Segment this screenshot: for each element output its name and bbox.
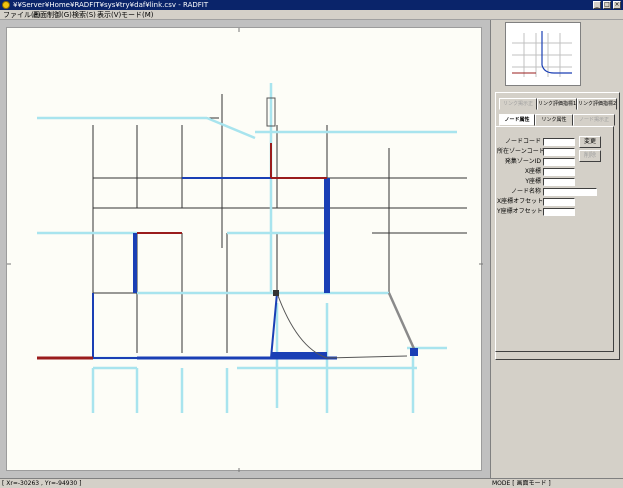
field-label-node-name: ノード名称 (510, 188, 541, 195)
x-offset-input[interactable] (543, 198, 575, 206)
minimize-button[interactable]: _ (593, 1, 601, 9)
tab-node-edit[interactable]: ノード掲示正 (573, 114, 615, 126)
y-coord-input[interactable] (543, 178, 575, 186)
close-button[interactable]: × (613, 1, 621, 9)
tab-node-attributes[interactable]: ノード属性 (499, 114, 535, 126)
map-canvas-area (0, 20, 490, 478)
menu-view[interactable]: 表示(V) (97, 10, 121, 20)
tab-link-index-2[interactable]: リンク評価指標2 (577, 98, 617, 110)
tab-link-attributes[interactable]: リンク属性 (535, 114, 573, 126)
links-blue (92, 177, 278, 359)
field-label-od-zone-id: 発集ゾーンID (504, 158, 541, 165)
overview-map[interactable] (505, 22, 581, 86)
overview-map-svg (512, 31, 572, 77)
links-diagonal (276, 292, 417, 359)
x-coord-input[interactable] (543, 168, 575, 176)
node-code-input[interactable] (543, 138, 575, 146)
field-label-y-coord: Y座標 (525, 178, 541, 185)
maximize-button[interactable]: □ (603, 1, 611, 9)
menu-bar: ファイル(F) 画面制御(G) 検索(S) 表示(V) モード(M) (0, 10, 623, 20)
delete-button[interactable]: 削除 (579, 150, 601, 162)
field-label-x-offset: X座標オフセット (497, 198, 544, 205)
od-zone-id-input[interactable] (543, 158, 575, 166)
map-frame-marks (7, 28, 483, 472)
y-offset-input[interactable] (543, 208, 575, 216)
field-label-node-code: ノードコード (504, 138, 541, 145)
field-label-y-offset: Y座標オフセット (497, 208, 543, 215)
title-bar: ¥¥Server¥Home¥RADFIT¥sys¥try¥daf¥link.cs… (0, 0, 623, 10)
nodes (266, 97, 418, 356)
field-label-zone-code: 所在ゾーンコード (497, 148, 545, 155)
network-map-svg (7, 28, 483, 472)
network-map[interactable] (6, 27, 483, 472)
zone-code-input[interactable] (543, 148, 575, 156)
links-light (37, 83, 457, 413)
window-title: ¥¥Server¥Home¥RADFIT¥sys¥try¥daf¥link.cs… (13, 1, 209, 9)
tab-link-index-1[interactable]: リンク評価指標1 (537, 98, 577, 110)
links-blue-thick (133, 178, 337, 360)
status-bar: [ Xr=-30263 , Yr=-94930 ] MODE [ 画面モード ] (0, 478, 623, 487)
menu-mode[interactable]: モード(M) (121, 10, 154, 20)
right-panel: リンク掲示正 リンク評価指標1 リンク評価指標2 ノード属性 リンク属性 ノード… (490, 20, 623, 478)
change-button[interactable]: 変更 (579, 136, 601, 148)
field-label-x-coord: X座標 (524, 168, 541, 175)
menu-search[interactable]: 検索(S) (72, 10, 96, 20)
app-icon (2, 1, 10, 9)
menu-screen-control[interactable]: 画面制御(G) (33, 10, 72, 20)
node-name-input[interactable] (543, 188, 597, 196)
tab-link-edit[interactable]: リンク掲示正 (499, 98, 537, 110)
